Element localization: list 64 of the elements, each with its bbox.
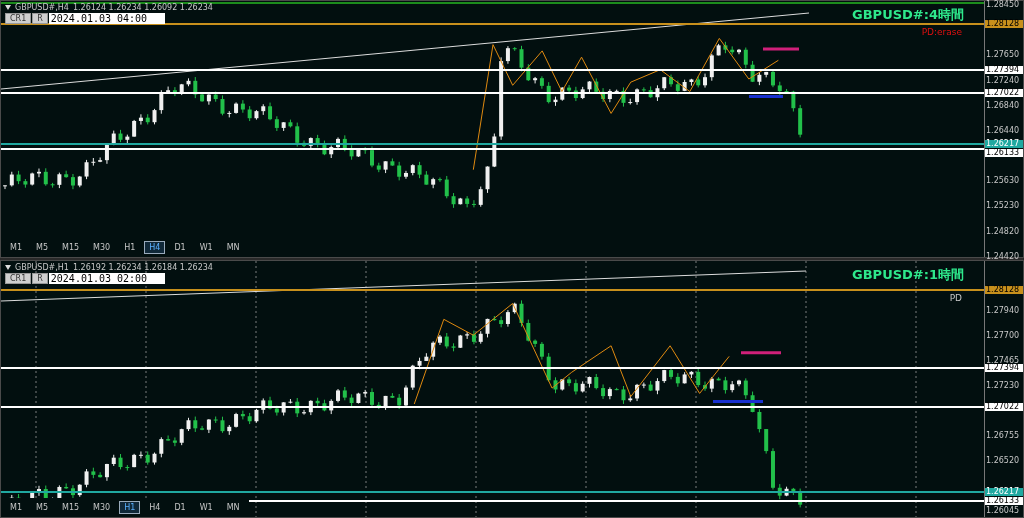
timeframe-button[interactable]: D1 [169,241,191,254]
price-axis-label: 1.26440 [986,125,1020,135]
price-axis-label: 1.24420 [986,251,1020,261]
price-axis-label: 1.26840 [986,100,1020,110]
dropdown-triangle-icon[interactable] [5,5,11,10]
price-axis-label: 1.25630 [986,175,1020,185]
price-axis-label: 1.27650 [986,49,1020,59]
timeframe-button[interactable]: M15 [57,241,85,254]
chart-title: GBPUSD#:4時間 [852,6,964,24]
chart-button[interactable]: CR1 [5,13,32,24]
chart-button[interactable]: R [32,273,48,284]
timeframe-button[interactable]: W1 [194,241,218,254]
timeframe-button[interactable]: M1 [5,241,27,254]
timeframe-button[interactable]: M30 [88,241,116,254]
chart-button[interactable]: CR1 [5,273,32,284]
timeframe-button[interactable]: M15 [57,501,85,514]
price-level-tag: 1.27022 [985,402,1023,411]
price-level-tag: 1.26133 [985,497,1023,506]
timeframe-button[interactable]: H1 [119,501,141,514]
indicator-note: PD:erase [921,27,962,37]
resistance-marker-line [741,351,781,355]
dropdown-triangle-icon[interactable] [5,265,11,270]
price-level-tag: 1.26217 [985,139,1023,148]
timeframe-button[interactable]: H4 [144,501,166,514]
symbol-timeframe: GBPUSD#,H4 [15,3,69,12]
price-axis-label: 1.26045 [986,505,1020,515]
date-field[interactable]: 2024.01.03 02:00 [48,273,166,284]
price-level-tag: 1.26217 [985,488,1023,497]
price-axis-label: 1.27240 [986,75,1020,85]
chart-button[interactable]: R [32,13,48,24]
price-level-tag: 1.28128 [985,20,1023,29]
timeframe-button[interactable]: D1 [169,501,191,514]
price-level-tag: 1.26133 [985,148,1023,157]
timeframe-button[interactable]: H4 [144,241,166,254]
timeframe-button[interactable]: M1 [5,501,27,514]
price-level-tag: 1.27022 [985,89,1023,98]
chart-title: GBPUSD#:1時間 [852,266,964,284]
timeframe-button[interactable]: H1 [119,241,141,254]
support-marker-line [749,95,783,99]
price-axis-label: 1.27465 [986,355,1020,365]
ohlc-values: 1.26192 1.26234 1.26184 1.26234 [72,263,213,272]
support-marker-line [713,399,763,403]
price-axis-label: 1.27230 [986,380,1020,390]
timeframe-button[interactable]: MN [221,241,245,254]
symbol-timeframe: GBPUSD#,H1 [15,263,69,272]
indicator-note: PD [949,293,962,303]
price-axis-label: 1.27940 [986,305,1020,315]
price-axis-label: 1.27700 [986,330,1020,340]
price-axis-label: 1.28450 [986,0,1020,9]
timeframe-button[interactable]: M5 [31,241,53,254]
price-level-tag: 1.27394 [985,66,1023,75]
timeframe-button[interactable]: M30 [88,501,116,514]
resistance-marker-line [763,47,799,51]
ohlc-values: 1.26124 1.26234 1.26092 1.26234 [72,3,213,12]
price-axis-label: 1.25230 [986,200,1020,210]
price-axis-label: 1.26755 [986,430,1020,440]
timeframe-button[interactable]: MN [221,501,245,514]
price-axis-label: 1.24820 [986,226,1020,236]
timeframe-button[interactable]: M5 [31,501,53,514]
date-field[interactable]: 2024.01.03 04:00 [48,13,166,24]
price-axis-label: 1.26520 [986,455,1020,465]
timeframe-button[interactable]: W1 [194,501,218,514]
price-level-tag: 1.27394 [985,363,1023,372]
price-level-tag: 1.28128 [985,285,1023,294]
